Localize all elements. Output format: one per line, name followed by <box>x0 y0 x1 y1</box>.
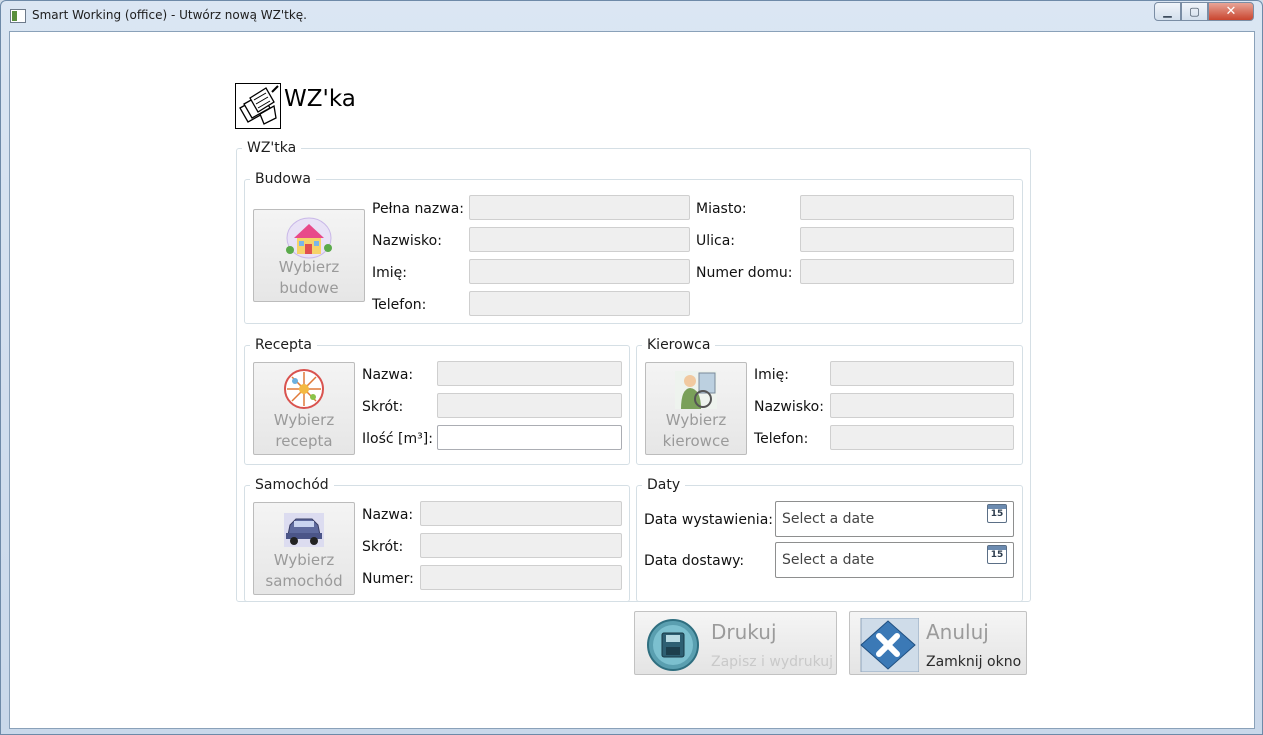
maximize-button[interactable]: ▢ <box>1181 2 1208 21</box>
full-name-field[interactable] <box>469 195 690 220</box>
delivery-date-label: Data dostawy: <box>644 553 745 569</box>
close-button[interactable]: ✕ <box>1208 2 1254 21</box>
recipe-wheel-icon <box>281 367 327 415</box>
city-field[interactable] <box>800 195 1014 220</box>
title-bar[interactable]: Smart Working (office) - Utwórz nową WZ'… <box>1 1 1262 31</box>
choose-recipe-button[interactable]: Wybierz recepta <box>253 362 355 455</box>
choose-recipe-label: Wybierz recepta <box>273 411 335 450</box>
kierowca-legend: Kierowca <box>647 337 711 353</box>
car-name-field[interactable] <box>420 501 622 526</box>
choose-car-button[interactable]: Wybierz samochód <box>253 502 355 595</box>
daty-group: Daty <box>636 477 1023 602</box>
budowa-legend: Budowa <box>255 171 311 187</box>
recepta-legend: Recepta <box>255 337 312 353</box>
recipe-short-label: Skrót: <box>362 399 404 415</box>
phone-field[interactable] <box>469 291 690 316</box>
recipe-name-field[interactable] <box>437 361 622 386</box>
issue-date-placeholder: Select a date <box>782 511 875 527</box>
print-button[interactable]: Drukuj Zapisz i wydrukuj <box>634 611 837 675</box>
issue-date-label: Data wystawienia: <box>644 512 773 528</box>
driver-first-name-field[interactable] <box>830 361 1014 386</box>
wztka-group-legend: WZ'tka <box>247 140 297 156</box>
surname-field[interactable] <box>469 227 690 252</box>
cancel-button-label: Anuluj <box>926 620 989 644</box>
window-title: Smart Working (office) - Utwórz nową WZ'… <box>32 8 307 22</box>
delivery-date-picker[interactable]: Select a date 15 <box>775 542 1014 578</box>
client-area: WZ'ka WZ'tka Budowa Wybierz budowe Pełna… <box>9 31 1255 729</box>
samochod-legend: Samochód <box>255 477 329 493</box>
caption-buttons: ▁ ▢ ✕ <box>1154 2 1254 21</box>
choose-construction-site-button[interactable]: Wybierz budowe <box>253 209 365 302</box>
issue-date-picker[interactable]: Select a date 15 <box>775 501 1014 537</box>
cancel-x-icon <box>860 618 919 672</box>
driver-surname-field[interactable] <box>830 393 1014 418</box>
cancel-button[interactable]: Anuluj Zamknij okno <box>849 611 1027 675</box>
choose-car-label: Wybierz samochód <box>265 551 343 590</box>
choose-driver-button[interactable]: Wybierz kierowce <box>645 362 747 455</box>
car-short-label: Skrót: <box>362 539 404 555</box>
app-icon[interactable] <box>10 9 26 23</box>
cancel-button-sublabel: Zamknij okno <box>926 654 1022 670</box>
print-button-sublabel: Zapisz i wydrukuj <box>711 654 834 670</box>
full-name-label: Pełna nazwa: <box>372 201 464 217</box>
daty-legend: Daty <box>647 477 681 493</box>
house-number-label: Numer domu: <box>696 265 793 281</box>
recipe-name-label: Nazwa: <box>362 367 414 383</box>
city-label: Miasto: <box>696 201 747 217</box>
calendar-icon[interactable]: 15 <box>987 545 1007 564</box>
minimize-button[interactable]: ▁ <box>1154 2 1181 21</box>
car-number-field[interactable] <box>420 565 622 590</box>
app-window: Smart Working (office) - Utwórz nową WZ'… <box>0 0 1263 735</box>
driver-phone-label: Telefon: <box>754 431 809 447</box>
first-name-field[interactable] <box>469 259 690 284</box>
phone-label: Telefon: <box>372 297 427 313</box>
choose-driver-label: Wybierz kierowce <box>662 411 730 450</box>
first-name-label: Imię: <box>372 265 407 281</box>
calendar-icon[interactable]: 15 <box>987 504 1007 523</box>
choose-construction-site-label: Wybierz budowe <box>278 258 340 297</box>
save-disk-icon <box>647 619 699 671</box>
driver-phone-field[interactable] <box>830 425 1014 450</box>
quantity-label: Ilość [m³]: <box>362 431 433 447</box>
car-short-field[interactable] <box>420 533 622 558</box>
street-field[interactable] <box>800 227 1014 252</box>
quantity-field[interactable] <box>437 425 622 450</box>
driver-surname-label: Nazwisko: <box>754 399 824 415</box>
delivery-date-placeholder: Select a date <box>782 552 875 568</box>
surname-label: Nazwisko: <box>372 233 442 249</box>
car-number-label: Numer: <box>362 571 414 587</box>
house-number-field[interactable] <box>800 259 1014 284</box>
documents-icon <box>235 83 281 129</box>
car-name-label: Nazwa: <box>362 507 414 523</box>
car-icon <box>280 507 328 555</box>
page-title: WZ'ka <box>284 86 356 112</box>
print-button-label: Drukuj <box>711 620 777 644</box>
street-label: Ulica: <box>696 233 736 249</box>
recipe-short-field[interactable] <box>437 393 622 418</box>
driver-first-name-label: Imię: <box>754 367 789 383</box>
